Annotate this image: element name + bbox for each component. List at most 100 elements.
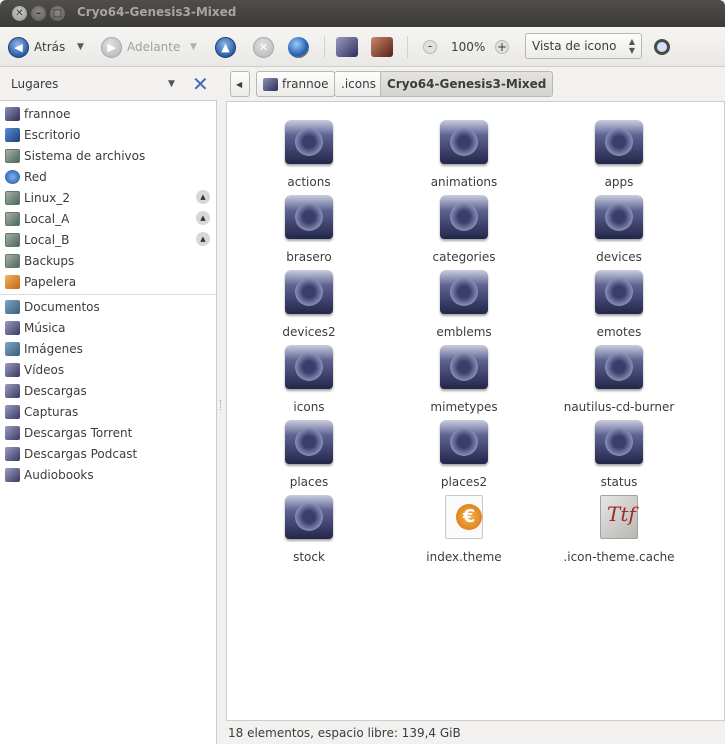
title-bar: ✕ – □ Cryo64-Genesis3-Mixed [0, 0, 725, 27]
sidebar-item-label: Papelera [24, 274, 77, 289]
sidebar-mode-label[interactable]: Lugares [11, 77, 58, 91]
file-item[interactable]: emotes [544, 267, 694, 339]
file-item[interactable]: € index.theme [389, 492, 539, 564]
file-item[interactable]: categories [389, 192, 539, 264]
sidebar-item-descargas-torrent[interactable]: Descargas Torrent [0, 422, 217, 443]
path-segment-frannoe[interactable]: frannoe [256, 71, 336, 97]
drive-icon [5, 253, 20, 268]
folder-icon [595, 345, 643, 389]
close-sidebar-icon[interactable]: ✕ [192, 72, 209, 96]
sidebar-item-label: Local_B [24, 232, 70, 247]
file-name: devices2 [282, 325, 336, 339]
file-item[interactable]: devices2 [234, 267, 384, 339]
sidebar-item-capturas[interactable]: Capturas [0, 401, 217, 422]
sidebar-item-label: Escritorio [24, 127, 81, 142]
file-icon-view[interactable]: actions animations apps brasero categori… [226, 101, 725, 721]
back-history-dropdown[interactable]: ▼ [77, 34, 84, 60]
folder-icon [285, 195, 333, 239]
sidebar-item-descargas[interactable]: Descargas [0, 380, 217, 401]
sidebar-item-label: Descargas [24, 383, 87, 398]
close-window-button[interactable]: ✕ [12, 6, 27, 21]
stop-button[interactable]: ✕ [253, 34, 274, 60]
sidebar-item-label: Red [24, 169, 47, 184]
window-title: Cryo64-Genesis3-Mixed [77, 5, 237, 19]
file-name: actions [287, 175, 331, 189]
file-item[interactable]: places [234, 417, 384, 489]
file-item[interactable]: stock [234, 492, 384, 564]
back-label: Atrás [34, 40, 66, 54]
up-button[interactable]: ▲ [215, 34, 236, 60]
path-segment-current[interactable]: Cryo64-Genesis3-Mixed [380, 71, 554, 97]
path-segment-label: Cryo64-Genesis3-Mixed [387, 77, 547, 91]
sidebar-item-linux2[interactable]: Linux_2 ▲ [0, 187, 217, 208]
drive-icon [5, 211, 20, 226]
sidebar-item-red[interactable]: Red [0, 166, 217, 187]
file-item[interactable]: apps [544, 117, 694, 189]
sidebar-header: Lugares ▼ ✕ [0, 68, 217, 101]
folder-icon [5, 446, 20, 461]
chevron-down-icon[interactable]: ▼ [168, 79, 175, 89]
view-mode-select[interactable]: Vista de icono ▲ ▼ [525, 33, 642, 59]
folder-icon [595, 195, 643, 239]
sidebar-item-frannoe[interactable]: frannoe [0, 103, 217, 124]
maximize-window-button[interactable]: □ [50, 6, 65, 21]
arrow-up-icon: ▲ [215, 36, 236, 58]
search-button[interactable] [654, 34, 670, 60]
sidebar-item-audiobooks[interactable]: Audiobooks [0, 464, 217, 485]
reload-button[interactable] [288, 34, 309, 60]
sidebar-item-backups[interactable]: Backups [0, 250, 217, 271]
chevron-left-icon: ◀ [236, 79, 243, 89]
search-icon [654, 39, 670, 55]
path-scroll-left-button[interactable]: ◀ [230, 71, 250, 97]
sidebar-item-papelera[interactable]: Papelera [0, 271, 217, 292]
folder-icon [440, 420, 488, 464]
eject-icon[interactable]: ▲ [196, 190, 210, 204]
sidebar-item-escritorio[interactable]: Escritorio [0, 124, 217, 145]
trash-icon [5, 274, 20, 289]
sidebar-item-musica[interactable]: Música [0, 317, 217, 338]
file-item[interactable]: nautilus-cd-burner [544, 342, 694, 414]
sidebar-item-label: Sistema de archivos [24, 148, 146, 163]
file-item[interactable]: icons [234, 342, 384, 414]
sidebar-item-filesystem[interactable]: Sistema de archivos [0, 145, 217, 166]
file-item[interactable]: status [544, 417, 694, 489]
file-item[interactable]: devices [544, 192, 694, 264]
file-item[interactable]: brasero [234, 192, 384, 264]
file-item[interactable]: Ttf .icon-theme.cache [544, 492, 694, 564]
sidebar-item-local-b[interactable]: Local_B ▲ [0, 229, 217, 250]
pane-resize-handle[interactable] [220, 400, 223, 410]
text-editor-file-icon: € [445, 495, 483, 539]
file-item[interactable]: emblems [389, 267, 539, 339]
eject-icon[interactable]: ▲ [196, 232, 210, 246]
file-item[interactable]: actions [234, 117, 384, 189]
home-button[interactable] [336, 34, 358, 60]
arrow-left-icon: ◀ [8, 36, 29, 58]
file-item[interactable]: animations [389, 117, 539, 189]
eject-icon[interactable]: ▲ [196, 211, 210, 225]
forward-button[interactable]: ▶ Adelante [101, 34, 180, 60]
folder-icon [5, 467, 20, 482]
computer-button[interactable] [371, 34, 393, 60]
zoom-in-button[interactable]: + [495, 34, 509, 60]
path-segment-icons[interactable]: .icons [334, 71, 383, 97]
file-name: apps [604, 175, 634, 189]
sidebar-item-documentos[interactable]: Documentos [0, 296, 217, 317]
minimize-window-button[interactable]: – [31, 6, 46, 21]
desktop-icon [5, 127, 20, 142]
computer-icon [371, 37, 393, 57]
folder-icon [285, 270, 333, 314]
sidebar-item-local-a[interactable]: Local_A ▲ [0, 208, 217, 229]
file-item[interactable]: mimetypes [389, 342, 539, 414]
folder-icon [595, 270, 643, 314]
file-item[interactable]: places2 [389, 417, 539, 489]
file-name: stock [293, 550, 325, 564]
sidebar-item-imagenes[interactable]: Imágenes [0, 338, 217, 359]
sidebar-item-videos[interactable]: Vídeos [0, 359, 217, 380]
zoom-level[interactable]: 100% [451, 34, 485, 60]
forward-label: Adelante [127, 40, 181, 54]
back-button[interactable]: ◀ Atrás [8, 34, 65, 60]
sidebar-divider [0, 294, 217, 295]
forward-history-dropdown[interactable]: ▼ [190, 34, 197, 60]
sidebar-item-descargas-podcast[interactable]: Descargas Podcast [0, 443, 217, 464]
zoom-out-button[interactable]: - [423, 34, 437, 60]
